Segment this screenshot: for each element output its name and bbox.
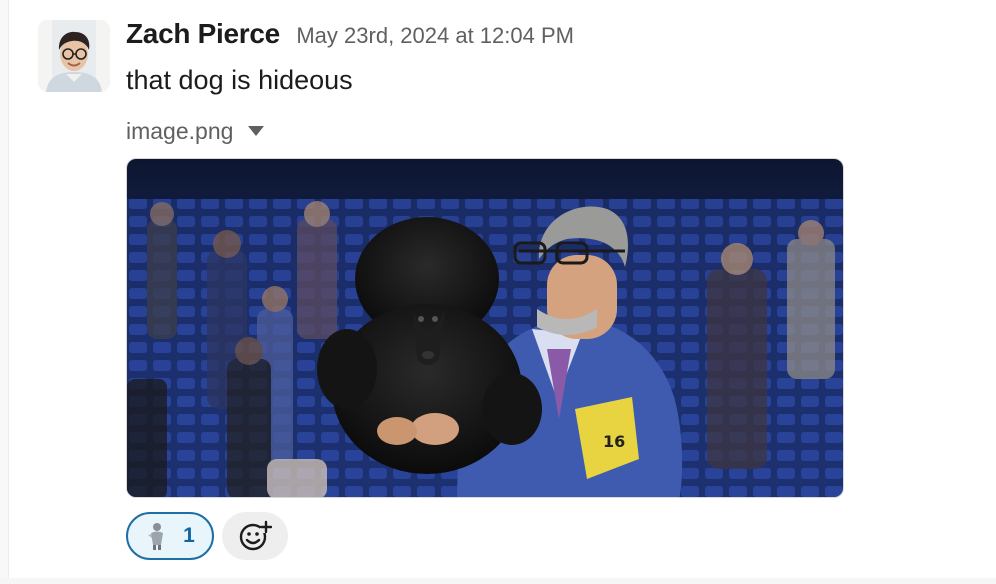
avatar[interactable] [38,20,110,92]
message-content: Zach Pierce May 23rd, 2024 at 12:04 PM t… [126,18,966,560]
left-rail [0,0,9,584]
message-header: Zach Pierce May 23rd, 2024 at 12:04 PM [126,18,966,54]
avatar-photo-icon [38,20,110,92]
message-text: that dog is hideous [126,65,353,95]
attachment-header: image.png [126,114,966,148]
svg-text:16: 16 [603,432,625,451]
sender-name[interactable]: Zach Pierce [126,18,280,49]
attached-photo: 16 [127,159,843,497]
caret-down-icon[interactable] [247,125,265,137]
attachment-file-name[interactable]: image.png [126,118,233,145]
add-reaction-button[interactable] [222,512,288,560]
figurine-emoji-icon [148,523,164,550]
image-attachment[interactable]: 16 [126,158,844,498]
reactions-bar: 1 [126,512,966,560]
bottom-strip [0,578,996,584]
reaction-count: 1 [183,524,195,547]
message-timestamp[interactable]: May 23rd, 2024 at 12:04 PM [296,23,574,48]
reaction-pill[interactable]: 1 [126,512,214,560]
add-emoji-icon [239,520,272,551]
